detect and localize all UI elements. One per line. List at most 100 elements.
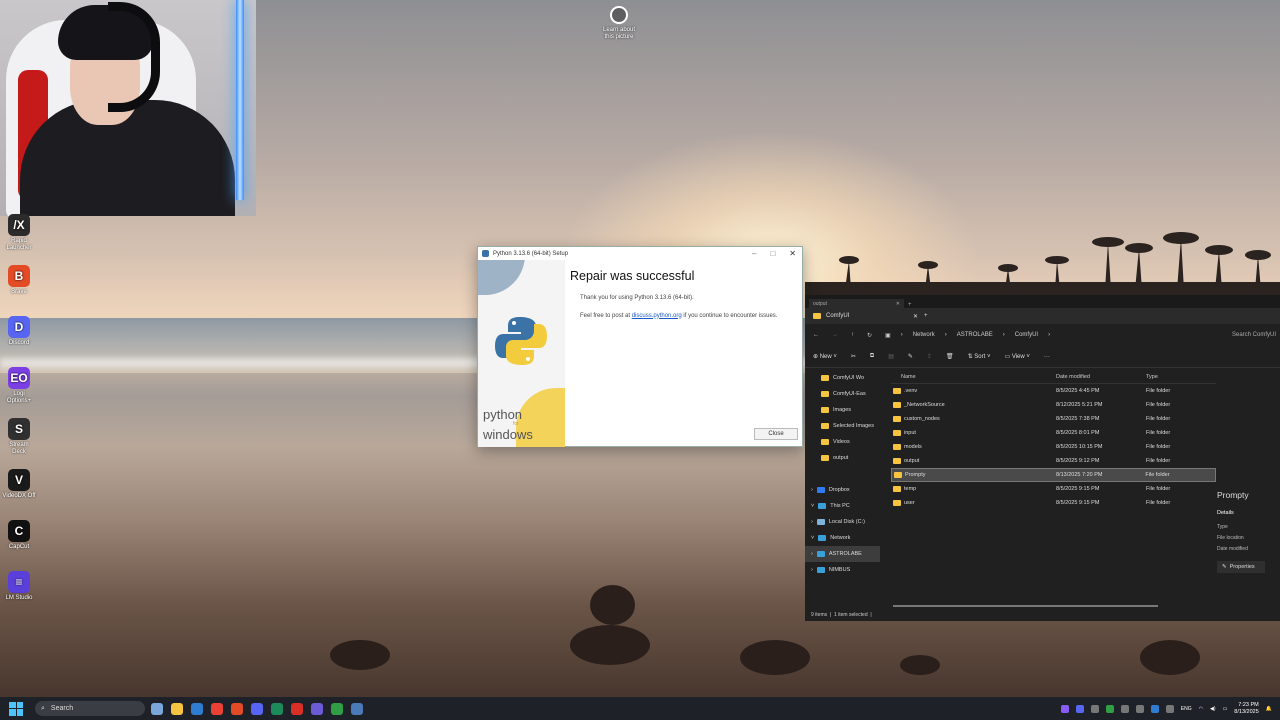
nav-item[interactable]: › Dropbox bbox=[805, 482, 880, 498]
close-button[interactable]: Close bbox=[754, 428, 798, 440]
nav-item[interactable]: › NIMBUS bbox=[805, 562, 880, 578]
tray-app-icon[interactable] bbox=[1060, 704, 1069, 713]
maximize-icon[interactable]: □ bbox=[770, 249, 775, 258]
nav-item[interactable]: Videos bbox=[805, 434, 880, 450]
delete-icon[interactable]: 🗑 bbox=[946, 353, 954, 360]
desktop-shortcut[interactable]: B Brave bbox=[2, 265, 36, 296]
breadcrumb-network[interactable]: Network bbox=[913, 332, 935, 338]
notification-icon[interactable]: 🔔 bbox=[1266, 706, 1272, 712]
tray-app-icon[interactable] bbox=[1135, 704, 1144, 713]
taskbar-app-icon[interactable] bbox=[251, 702, 263, 715]
start-button[interactable] bbox=[9, 701, 23, 716]
taskbar-app-icon[interactable] bbox=[291, 702, 303, 715]
battery-icon[interactable]: ▭ bbox=[1223, 706, 1228, 712]
table-row[interactable]: models 8/5/2025 10:15 PM File folder bbox=[891, 440, 1216, 454]
taskbar-app-icon[interactable] bbox=[191, 702, 203, 715]
learn-about-picture-shortcut[interactable]: Learn about this picture bbox=[600, 6, 638, 41]
table-row[interactable]: custom_nodes 8/5/2025 7:38 PM File folder bbox=[891, 412, 1216, 426]
sort-button[interactable]: ⇅ Sort ˅ bbox=[968, 353, 991, 360]
table-row[interactable]: Prompty 8/13/2025 7:20 PM File folder bbox=[891, 468, 1216, 482]
desktop-shortcut[interactable]: V VideoDX Off bbox=[2, 469, 36, 500]
table-row[interactable]: _NetworkSource 8/12/2025 5:21 PM File fold… bbox=[891, 398, 1216, 412]
breadcrumb-comfyui[interactable]: ComfyUI bbox=[1015, 332, 1038, 338]
taskbar-search[interactable]: ⌕ Search bbox=[35, 701, 145, 716]
desktop-shortcut[interactable]: EO Logi Options+ bbox=[2, 367, 36, 405]
forward-arrow-icon[interactable]: → bbox=[832, 332, 838, 338]
tray-app-icon[interactable] bbox=[1105, 704, 1114, 713]
expand-chevron-icon[interactable]: › bbox=[811, 567, 813, 573]
discuss-link[interactable]: discuss.python.org bbox=[632, 313, 682, 319]
nav-item[interactable]: › ASTROLABE bbox=[805, 546, 880, 562]
minimize-icon[interactable]: – bbox=[752, 249, 756, 258]
column-name[interactable]: Name bbox=[891, 374, 1056, 380]
column-type[interactable]: Type bbox=[1146, 374, 1216, 380]
tray-app-icon[interactable] bbox=[1075, 704, 1084, 713]
desktop-shortcut[interactable]: /X Rapid Launcher bbox=[2, 214, 36, 252]
nav-item[interactable]: Selected Images bbox=[805, 418, 880, 434]
expand-chevron-icon[interactable]: › bbox=[811, 487, 813, 493]
nav-item[interactable]: ComfyUI-Eas bbox=[805, 386, 880, 402]
volume-icon[interactable]: ◀) bbox=[1210, 706, 1216, 712]
properties-button[interactable]: ✎ Properties bbox=[1217, 561, 1265, 573]
taskbar-app-icon[interactable] bbox=[211, 702, 223, 715]
tab-output[interactable]: output ✕ bbox=[809, 299, 904, 308]
taskbar-app-icon[interactable] bbox=[231, 702, 243, 715]
taskbar-app-icon[interactable] bbox=[151, 702, 163, 715]
view-button[interactable]: ▭ View ˅ bbox=[1004, 353, 1029, 360]
new-tab-icon[interactable]: + bbox=[924, 313, 928, 319]
clock[interactable]: 7:23 PM 8/13/2025 bbox=[1234, 702, 1258, 716]
paste-icon[interactable]: ▤ bbox=[888, 353, 894, 360]
expand-chevron-icon[interactable]: ˅ bbox=[811, 535, 814, 541]
taskbar-app-icon[interactable] bbox=[271, 702, 283, 715]
nav-item[interactable]: output bbox=[805, 450, 880, 466]
up-arrow-icon[interactable]: ↑ bbox=[851, 332, 854, 338]
tab-close-icon[interactable]: ✕ bbox=[896, 301, 900, 307]
share-icon[interactable]: ⇪ bbox=[927, 353, 932, 360]
nav-item[interactable]: › Local Disk (C:) bbox=[805, 514, 880, 530]
tray-app-icon[interactable] bbox=[1165, 704, 1174, 713]
breadcrumb-astrolabe[interactable]: ASTROLABE bbox=[957, 332, 993, 338]
expand-chevron-icon[interactable]: › bbox=[811, 551, 813, 557]
table-row[interactable]: temp 8/5/2025 9:15 PM File folder bbox=[891, 482, 1216, 496]
back-arrow-icon[interactable]: ← bbox=[813, 332, 819, 338]
tab-comfyui[interactable]: ComfyUI ✕ bbox=[813, 313, 918, 320]
nav-item[interactable]: Images bbox=[805, 402, 880, 418]
desktop-shortcut[interactable]: ≡ LM Studio bbox=[2, 571, 36, 602]
desktop-shortcut[interactable]: S Stream Deck bbox=[2, 418, 36, 456]
table-row[interactable]: output 8/5/2025 9:12 PM File folder bbox=[891, 454, 1216, 468]
desktop-shortcut[interactable]: C CapCut bbox=[2, 520, 36, 551]
desktop-shortcut[interactable]: D Discord bbox=[2, 316, 36, 347]
copy-icon[interactable]: ⧉ bbox=[870, 353, 874, 360]
tray-app-icon[interactable] bbox=[1090, 704, 1099, 713]
close-icon[interactable]: ✕ bbox=[789, 249, 796, 258]
table-row[interactable]: input 8/5/2025 8:01 PM File folder bbox=[891, 426, 1216, 440]
new-tab-icon[interactable]: + bbox=[908, 302, 912, 308]
nav-item[interactable]: ComfyUI Wo bbox=[805, 370, 880, 386]
column-date-modified[interactable]: Date modified bbox=[1056, 374, 1146, 380]
nav-item[interactable]: ˅ This PC bbox=[805, 498, 880, 514]
more-options-icon[interactable]: ··· bbox=[1044, 354, 1050, 360]
cut-icon[interactable]: ✂ bbox=[851, 353, 856, 360]
refresh-icon[interactable]: ↻ bbox=[867, 332, 872, 339]
table-row[interactable]: .venv 8/5/2025 4:45 PM File folder bbox=[891, 384, 1216, 398]
new-button[interactable]: ⊕ New ˅ bbox=[813, 353, 837, 360]
language-indicator[interactable]: ENG bbox=[1181, 706, 1192, 712]
search-input[interactable]: Search ComfyUI bbox=[1232, 332, 1280, 338]
wifi-icon[interactable]: ◠ bbox=[1199, 706, 1203, 712]
wallpaper-rock bbox=[330, 640, 390, 670]
taskbar-app-icon[interactable] bbox=[331, 702, 343, 715]
rename-icon[interactable]: ✎ bbox=[908, 353, 913, 360]
breadcrumb[interactable]: ▣ › Network › ASTROLABE › ComfyUI › bbox=[885, 332, 1050, 339]
taskbar-app-icon[interactable] bbox=[311, 702, 323, 715]
expand-chevron-icon[interactable]: › bbox=[811, 519, 813, 525]
tab-close-icon[interactable]: ✕ bbox=[913, 313, 918, 320]
expand-chevron-icon[interactable]: ˅ bbox=[811, 503, 814, 509]
tray-app-icon[interactable] bbox=[1150, 704, 1159, 713]
clock-time: 7:23 PM bbox=[1238, 701, 1259, 708]
taskbar-app-icon[interactable] bbox=[171, 702, 183, 715]
horizontal-scrollbar[interactable] bbox=[893, 605, 1158, 607]
nav-item[interactable]: ˅ Network bbox=[805, 530, 880, 546]
table-row[interactable]: user 8/5/2025 9:15 PM File folder bbox=[891, 496, 1216, 510]
tray-app-icon[interactable] bbox=[1120, 704, 1129, 713]
taskbar-app-icon[interactable] bbox=[351, 702, 363, 715]
